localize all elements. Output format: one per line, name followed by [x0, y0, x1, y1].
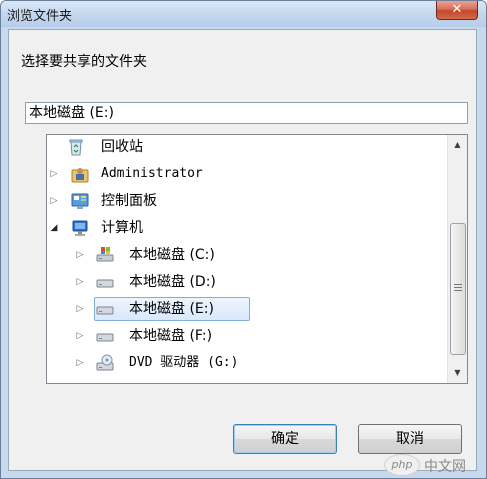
expand-arrow-icon[interactable]: ▷ — [75, 243, 85, 267]
tree-item-label: Administrator — [101, 166, 203, 181]
expand-arrow-icon[interactable]: ▷ — [49, 189, 59, 213]
tree-item-administrator[interactable]: ▷ Administrator — [47, 162, 427, 186]
tree-item-label: 本地磁盘 (C:) — [129, 247, 215, 263]
collapse-arrow-icon[interactable]: ◢ — [49, 216, 59, 240]
hard-drive-icon — [96, 300, 114, 318]
tree-item-drive-c[interactable]: ▷ 本地磁盘 (C:) — [47, 243, 427, 267]
expand-arrow-icon[interactable]: ▷ — [75, 297, 85, 321]
tree-item-recycle-bin[interactable]: 回收站 — [47, 135, 427, 159]
user-folder-icon — [71, 165, 89, 183]
tree-item-label: 回收站 — [101, 139, 143, 155]
scroll-down-button[interactable]: ▼ — [450, 365, 465, 381]
site-watermark: php 中文网 — [384, 452, 478, 478]
hard-drive-icon — [96, 273, 114, 291]
computer-icon — [71, 219, 89, 237]
close-button[interactable]: ✕ — [436, 1, 478, 20]
tree-item-drive-d[interactable]: ▷ 本地磁盘 (D:) — [47, 270, 427, 294]
system-drive-icon — [96, 246, 114, 264]
folder-path-field[interactable]: 本地磁盘 (E:) — [25, 102, 468, 124]
tree-item-label: 本地磁盘 (F:) — [129, 328, 213, 344]
scroll-up-arrow-icon: ▲ — [454, 140, 461, 149]
tree-item-drive-e[interactable]: 本地磁盘 (E:) — [94, 297, 250, 321]
tree-item-label: 本地磁盘 (E:) — [129, 301, 214, 317]
tree-vertical-scrollbar[interactable]: ▲ ▼ — [447, 135, 467, 383]
scrollbar-thumb[interactable] — [450, 223, 466, 355]
dialog-body: 选择要共享的文件夹 本地磁盘 (E:) 回收站 ▷ Administrator … — [8, 29, 477, 471]
dialog-prompt: 选择要共享的文件夹 — [21, 54, 147, 70]
expand-arrow-icon[interactable]: ▷ — [75, 270, 85, 294]
tree-item-computer[interactable]: ◢ 计算机 — [47, 216, 427, 240]
tree-item-control-panel[interactable]: ▷ 控制面板 — [47, 189, 427, 213]
dvd-drive-icon — [96, 354, 114, 372]
tree-item-label: 本地磁盘 (D:) — [129, 274, 216, 290]
window-title: 浏览文件夹 — [7, 9, 73, 24]
tree-content: 回收站 ▷ Administrator ▷ 控制面板 ◢ 计算机 ▷ 本地磁盘 … — [47, 135, 448, 383]
tree-item-drive-f[interactable]: ▷ 本地磁盘 (F:) — [47, 324, 427, 348]
scroll-down-arrow-icon: ▼ — [454, 368, 461, 377]
tree-item-label: 控制面板 — [101, 193, 157, 209]
ok-button[interactable]: 确定 — [233, 424, 337, 454]
cancel-button[interactable]: 取消 — [358, 424, 462, 454]
hard-drive-icon — [96, 327, 114, 345]
watermark-text: 中文网 — [424, 459, 466, 475]
title-bar[interactable]: 浏览文件夹 ✕ — [1, 1, 486, 27]
scroll-up-button[interactable]: ▲ — [450, 137, 465, 153]
expand-arrow-icon[interactable]: ▷ — [49, 162, 59, 186]
recycle-bin-icon — [67, 138, 85, 156]
browse-folder-dialog: 浏览文件夹 ✕ 选择要共享的文件夹 本地磁盘 (E:) 回收站 ▷ Admini… — [0, 0, 487, 479]
thumb-grip-icon — [454, 284, 462, 292]
tree-item-label: 计算机 — [101, 220, 143, 236]
tree-item-dvd-g[interactable]: ▷ DVD 驱动器 (G:) — [47, 351, 427, 375]
expand-arrow-icon[interactable]: ▷ — [75, 324, 85, 348]
tree-item-label: DVD 驱动器 (G:) — [129, 355, 239, 370]
control-panel-icon — [71, 192, 89, 210]
expand-arrow-icon[interactable]: ▷ — [75, 351, 85, 375]
php-logo: php — [384, 454, 420, 476]
folder-tree[interactable]: 回收站 ▷ Administrator ▷ 控制面板 ◢ 计算机 ▷ 本地磁盘 … — [46, 134, 468, 384]
close-icon: ✕ — [451, 2, 463, 17]
